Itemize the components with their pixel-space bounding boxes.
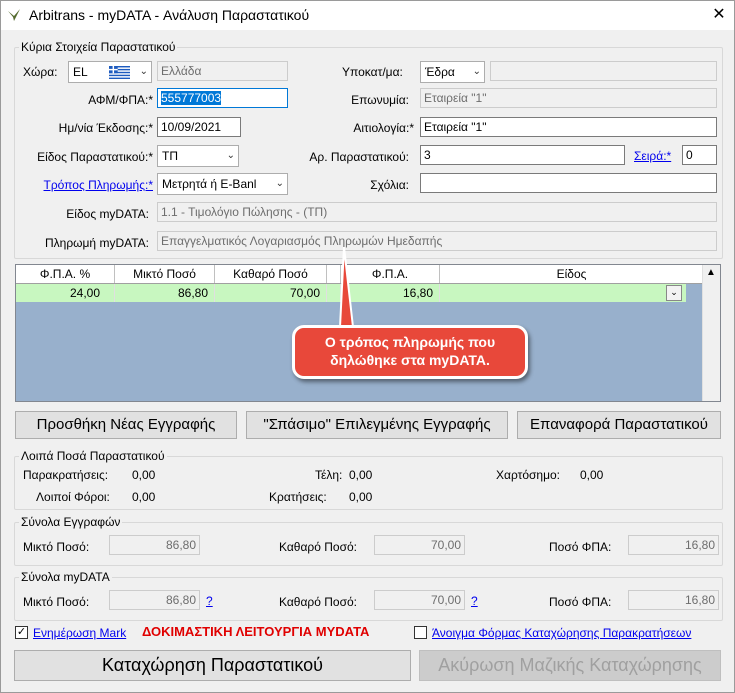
callout-line1: Ο τρόπος πληρωμής που: [324, 334, 496, 350]
mydata-type-field: 1.1 - Τιμολόγιο Πώλησης - (ΤΠ): [157, 202, 717, 222]
open-form-label[interactable]: Άνοιγμα Φόρμας Καταχώρησης Παρακρατήσεων: [432, 626, 691, 640]
doc-number-label: Αρ. Παραστατικού:: [309, 150, 409, 164]
mydata-payment-field: Επαγγελματικός Λογαριασμός Πληρωμών Ημεδ…: [157, 231, 717, 251]
issue-date-field[interactable]: 10/09/2021: [157, 117, 241, 137]
mydata-vat-field: 16,80: [628, 590, 719, 610]
save-document-button[interactable]: Καταχώρηση Παραστατικού: [14, 650, 411, 681]
fees-label: Τέλη:: [315, 468, 343, 482]
doc-type-label: Είδος Παραστατικού:*: [37, 150, 153, 164]
records-net-label: Καθαρό Ποσό:: [279, 540, 357, 554]
checkbox-checked-icon: ✓: [16, 626, 27, 638]
main-info-legend: Κύρια Στοιχεία Παραστατικού: [19, 40, 178, 54]
title-bar: Arbitrans - myDATA - Ανάλυση Παραστατικο…: [1, 1, 734, 30]
vat-field[interactable]: 555777003: [157, 88, 288, 108]
chevron-down-icon: ⌄: [472, 66, 481, 77]
other-amounts-legend: Λοιπά Ποσά Παραστατικού: [19, 449, 167, 463]
payment-method-combo[interactable]: Μετρητά ή E-Banl ⌄: [157, 173, 288, 195]
grid-scrollbar[interactable]: ▲: [702, 265, 720, 401]
col-gross[interactable]: Μικτό Ποσό: [115, 265, 215, 283]
col-net[interactable]: Καθαρό Ποσό: [215, 265, 327, 283]
vat-value: 555777003: [161, 91, 222, 105]
update-mark-label[interactable]: Ενημέρωση Mark: [33, 626, 126, 640]
cancel-bulk-button: Ακύρωση Μαζικής Καταχώρησης: [419, 650, 721, 681]
window: Arbitrans - myDATA - Ανάλυση Παραστατικο…: [0, 0, 735, 693]
cell-kind[interactable]: ⌄: [440, 284, 686, 302]
totals-records-legend: Σύνολα Εγγραφών: [19, 515, 123, 529]
company-label: Επωνυμία:: [351, 93, 409, 107]
deductions-label: Κρατήσεις:: [269, 490, 327, 504]
totals-mydata-legend: Σύνολα myDATA: [19, 570, 112, 584]
mydata-net-label: Καθαρό Ποσό:: [279, 595, 357, 609]
cell-net[interactable]: 70,00: [215, 284, 327, 302]
subsidiary-label: Υποκατ/μα:: [342, 65, 403, 79]
deductions-value: 0,00: [349, 490, 373, 504]
chevron-down-icon: ⌄: [139, 66, 148, 77]
reason-label: Αιτιολογία:*: [353, 121, 414, 135]
mydata-net-help-link[interactable]: ?: [471, 594, 478, 608]
col-vat-pct[interactable]: Φ.Π.Α. %: [16, 265, 115, 283]
withholdings-label: Παρακρατήσεις:: [23, 468, 109, 482]
test-mode-text: ΔΟΚΙΜΑΣΤΙΚΗ ΛΕΙΤΟΥΡΓΙΑ MYDATA: [142, 624, 370, 639]
mydata-payment-label: Πληρωμή myDATA:: [44, 236, 149, 250]
mydata-net-field: 70,00: [374, 590, 465, 610]
close-icon[interactable]: ✕: [707, 3, 731, 27]
payment-method-value: Μετρητά ή E-Banl: [162, 177, 257, 191]
stamp-value: 0,00: [580, 468, 604, 482]
chevron-down-icon[interactable]: ⌄: [666, 285, 682, 301]
country-code: EL: [73, 65, 88, 79]
callout-pointer: [338, 247, 355, 328]
update-mark-checkbox[interactable]: ✓: [15, 626, 28, 639]
vat-label: ΑΦΜ/ΦΠΑ:*: [88, 93, 153, 107]
open-form-checkbox[interactable]: [414, 626, 427, 639]
mydata-vat-label: Ποσό ΦΠΑ:: [549, 595, 612, 609]
callout-line2: δηλώθηκε στα myDATA.: [330, 352, 490, 368]
series-field[interactable]: 0: [682, 145, 717, 165]
add-record-button[interactable]: Προσθήκη Νέας Εγγραφής: [15, 411, 237, 439]
country-name-field: Ελλάδα: [157, 61, 288, 81]
payment-method-link[interactable]: Τρόπος Πληρωμής:*: [11, 178, 153, 192]
subsidiary-value: Έδρα: [425, 65, 455, 79]
withholdings-value: 0,00: [132, 468, 156, 482]
window-title: Arbitrans - myDATA - Ανάλυση Παραστατικο…: [29, 7, 310, 23]
country-combo[interactable]: EL ⌄: [68, 61, 152, 83]
fees-value: 0,00: [349, 468, 373, 482]
subsidiary-combo[interactable]: Έδρα ⌄: [420, 61, 485, 83]
mydata-type-label: Είδος myDATA:: [66, 207, 149, 221]
app-bird-icon: [8, 9, 20, 21]
records-vat-field: 16,80: [628, 535, 719, 555]
comments-label: Σχόλια:: [370, 178, 409, 192]
cell-gross[interactable]: 86,80: [115, 284, 215, 302]
country-label: Χώρα:: [23, 65, 58, 79]
issue-date-label: Ημ/νία Έκδοσης:*: [58, 121, 153, 135]
records-gross-label: Μικτό Ποσό:: [23, 540, 90, 554]
restore-doc-button[interactable]: Επαναφορά Παραστατικού: [517, 411, 721, 439]
mydata-gross-label: Μικτό Ποσό:: [23, 595, 90, 609]
doc-type-value: ΤΠ: [162, 149, 178, 163]
records-gross-field: 86,80: [109, 535, 200, 555]
col-kind[interactable]: Είδος: [440, 265, 703, 283]
doc-type-combo[interactable]: ΤΠ ⌄: [157, 145, 239, 167]
reason-field[interactable]: Εταιρεία "1": [420, 117, 717, 137]
cell-vat-pct[interactable]: 24,00: [16, 284, 115, 302]
records-net-field: 70,00: [374, 535, 465, 555]
scroll-up-icon[interactable]: ▲: [706, 267, 716, 278]
split-record-button[interactable]: "Σπάσιμο" Επιλεγμένης Εγγραφής: [246, 411, 508, 439]
doc-number-field[interactable]: 3: [420, 145, 625, 165]
mydata-gross-field: 86,80: [109, 590, 200, 610]
records-vat-label: Ποσό ΦΠΑ:: [549, 540, 612, 554]
company-field: Εταιρεία "1": [420, 88, 717, 108]
other-taxes-label: Λοιποί Φόροι:: [36, 490, 110, 504]
greek-flag-icon: [109, 66, 130, 79]
chevron-down-icon: ⌄: [226, 150, 235, 161]
stamp-label: Χαρτόσημο:: [496, 468, 561, 482]
callout-bubble: Ο τρόπος πληρωμής που δηλώθηκε στα myDAT…: [292, 325, 528, 379]
series-link[interactable]: Σειρά:*: [634, 149, 671, 163]
chevron-down-icon: ⌄: [275, 178, 284, 189]
subsidiary-extra-field: [490, 61, 717, 81]
comments-field[interactable]: [420, 173, 717, 193]
mydata-gross-help-link[interactable]: ?: [206, 594, 213, 608]
other-taxes-value: 0,00: [132, 490, 156, 504]
